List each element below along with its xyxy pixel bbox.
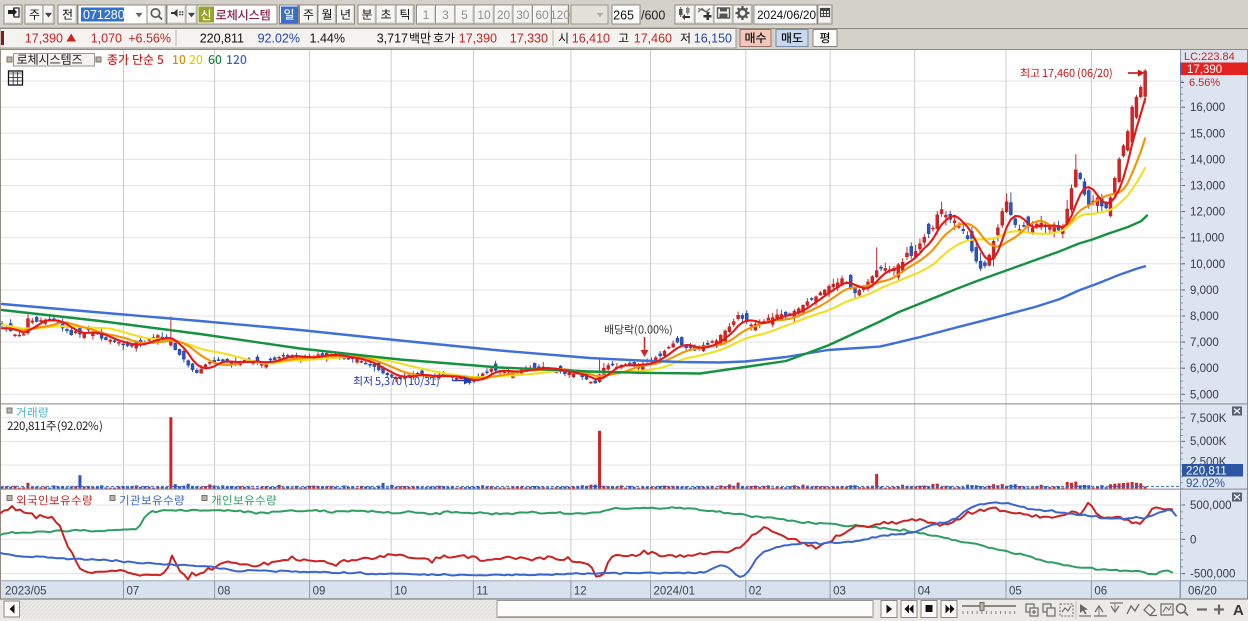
svg-text:92.02%: 92.02% (1186, 478, 1225, 490)
svg-text:06: 06 (1094, 586, 1107, 598)
svg-text:92.02%: 92.02% (258, 32, 300, 46)
svg-text:16,410: 16,410 (572, 32, 610, 46)
svg-text:120: 120 (550, 8, 570, 22)
svg-text:3: 3 (442, 8, 449, 22)
svg-text:16,000: 16,000 (1190, 102, 1225, 114)
svg-text:5,000K: 5,000K (1190, 436, 1227, 448)
svg-text:05: 05 (1009, 586, 1022, 598)
svg-text:11: 11 (476, 586, 488, 598)
svg-text:-500,000: -500,000 (1190, 569, 1235, 581)
svg-text:7,500K: 7,500K (1190, 413, 1227, 425)
svg-text:7,000: 7,000 (1190, 337, 1219, 349)
svg-text:2024/01: 2024/01 (654, 586, 696, 598)
svg-text:03: 03 (833, 586, 846, 598)
svg-text:/600: /600 (641, 9, 665, 23)
svg-text:3,717: 3,717 (377, 32, 408, 46)
svg-text:1: 1 (423, 8, 430, 22)
svg-text:6.56%: 6.56% (1189, 77, 1220, 89)
svg-text:220,811: 220,811 (200, 32, 244, 46)
svg-text:04: 04 (918, 586, 931, 598)
svg-text:20: 20 (497, 8, 511, 22)
svg-text:5: 5 (461, 8, 468, 22)
svg-text:10,000: 10,000 (1190, 259, 1225, 271)
svg-text:A: A (1233, 602, 1244, 619)
svg-text:265: 265 (613, 9, 634, 23)
svg-text:12,000: 12,000 (1190, 207, 1225, 219)
svg-text:2023/05: 2023/05 (5, 586, 47, 598)
svg-text:500,000: 500,000 (1190, 500, 1232, 512)
svg-text:1.44%: 1.44% (310, 32, 345, 46)
svg-text:LC:223.84: LC:223.84 (1184, 51, 1235, 63)
svg-text:071280: 071280 (83, 8, 125, 22)
svg-text:09: 09 (313, 586, 326, 598)
svg-text:8,000: 8,000 (1190, 311, 1219, 323)
svg-text:17,390: 17,390 (459, 32, 497, 46)
svg-text:10: 10 (394, 586, 407, 598)
svg-text:30: 30 (516, 8, 530, 22)
svg-text:+6.56%: +6.56% (128, 32, 171, 46)
svg-text:6,000: 6,000 (1190, 363, 1219, 375)
svg-text:220,811: 220,811 (1186, 465, 1227, 477)
svg-text:08: 08 (218, 586, 231, 598)
svg-text:02: 02 (749, 586, 762, 598)
svg-text:17,330: 17,330 (510, 32, 548, 46)
svg-text:11,000: 11,000 (1190, 233, 1224, 245)
svg-text:10: 10 (477, 8, 491, 22)
svg-text:60: 60 (535, 8, 549, 22)
svg-text:06/20: 06/20 (1188, 586, 1217, 598)
svg-text:16,150: 16,150 (694, 32, 732, 46)
svg-text:15,000: 15,000 (1190, 128, 1225, 140)
svg-text:17,390: 17,390 (1187, 64, 1222, 76)
svg-text:1,070: 1,070 (91, 32, 122, 46)
svg-text:07: 07 (127, 586, 140, 598)
svg-text:9,000: 9,000 (1190, 285, 1219, 297)
svg-text:17,390: 17,390 (25, 32, 63, 46)
svg-text:0: 0 (1190, 534, 1196, 546)
svg-text:12: 12 (574, 586, 587, 598)
svg-text:13,000: 13,000 (1190, 181, 1225, 193)
svg-text:14,000: 14,000 (1190, 154, 1225, 166)
svg-text:5,000: 5,000 (1190, 389, 1219, 401)
svg-text:17,460: 17,460 (634, 32, 672, 46)
svg-text:2024/06/20: 2024/06/20 (757, 8, 816, 22)
